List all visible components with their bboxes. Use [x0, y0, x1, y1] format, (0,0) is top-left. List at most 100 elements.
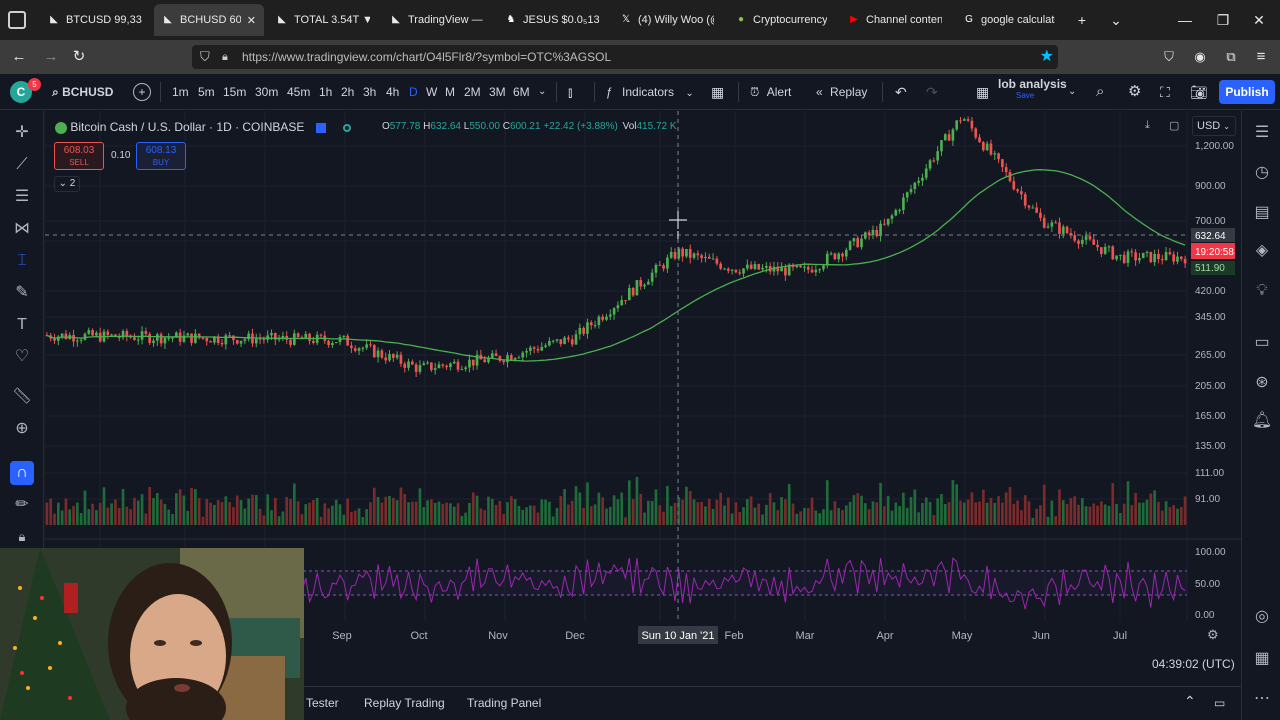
- pocket-icon[interactable]: ⛉: [1158, 46, 1180, 68]
- menu-icon[interactable]: ≡: [1250, 46, 1272, 68]
- interval-4h[interactable]: 4h: [386, 81, 399, 103]
- bar-style-icon[interactable]: ⫾: [568, 81, 572, 103]
- calendar-icon[interactable]: ▦: [1250, 647, 1274, 671]
- interval-3m[interactable]: 3M: [489, 81, 506, 103]
- maximize-panel-icon[interactable]: ▭: [1214, 696, 1225, 710]
- text-tool-icon[interactable]: T: [10, 313, 34, 337]
- browser-tab[interactable]: ◣ BTCUSD 99,331.7(: [40, 4, 150, 36]
- browser-tab[interactable]: ◣ TradingView — T: [382, 4, 492, 36]
- chat-icon[interactable]: ▭: [1250, 331, 1274, 355]
- redo-icon[interactable]: ↷: [926, 81, 938, 103]
- tab-list-icon[interactable]: [8, 11, 26, 29]
- watchlist-icon[interactable]: ☰: [1250, 121, 1274, 145]
- camera-icon[interactable]: 📷︎: [1190, 81, 1208, 103]
- brush-icon[interactable]: ✎: [10, 281, 34, 305]
- candle-body: [738, 272, 742, 274]
- scroll-down-icon[interactable]: ⤓: [1145, 119, 1150, 132]
- chevron-down-icon[interactable]: ⌄: [1068, 81, 1076, 103]
- browser-tab[interactable]: ● Cryptocurrency P: [727, 4, 835, 36]
- layout-name-button[interactable]: lob analysis Save: [998, 78, 1067, 100]
- help-icon[interactable]: ◎: [1250, 605, 1274, 629]
- new-tab-icon[interactable]: +: [1069, 8, 1095, 32]
- symbol-search-button[interactable]: ⌕ BCHUSD: [52, 81, 113, 103]
- flag-icon[interactable]: [315, 122, 326, 133]
- crosshair-cursor-icon[interactable]: ✛: [10, 121, 34, 145]
- interval-6m[interactable]: 6M: [513, 81, 530, 103]
- zoom-in-icon[interactable]: ⊕: [10, 417, 34, 441]
- interval-d[interactable]: D: [409, 81, 418, 103]
- publish-button[interactable]: Publish: [1219, 80, 1275, 104]
- more-icon[interactable]: ⋯: [1250, 687, 1274, 711]
- buy-button[interactable]: 608.13 BUY: [136, 142, 186, 170]
- fullscreen-icon[interactable]: ⛶: [1160, 81, 1170, 103]
- bottom-tab-tester[interactable]: Tester: [306, 696, 339, 710]
- account-icon[interactable]: ◉: [1189, 46, 1211, 68]
- url-input[interactable]: ⛉ 🔒︎ https://www.tradingview.com/chart/O…: [192, 45, 1058, 69]
- bottom-tab-replay-trading[interactable]: Replay Trading: [364, 696, 445, 710]
- interval-w[interactable]: W: [426, 81, 437, 103]
- forward-icon[interactable]: →: [40, 46, 62, 68]
- volume-bar: [1157, 501, 1160, 525]
- heart-icon[interactable]: ♡: [10, 345, 34, 369]
- restore-icon[interactable]: ❐: [1210, 8, 1236, 32]
- currency-selector[interactable]: USD ⌄: [1192, 116, 1236, 136]
- lock-icon[interactable]: 🔒︎: [222, 45, 228, 69]
- interval-m[interactable]: M: [445, 81, 455, 103]
- interval-45m[interactable]: 45m: [287, 81, 310, 103]
- interval-30m[interactable]: 30m: [255, 81, 278, 103]
- fib-retracement-icon[interactable]: ☰: [10, 185, 34, 209]
- interval-1h[interactable]: 1h: [319, 81, 332, 103]
- compare-symbol-icon[interactable]: +: [133, 83, 151, 101]
- interval-5m[interactable]: 5m: [198, 81, 215, 103]
- browser-tab[interactable]: 𝕏 (4) Willy Woo (@: [612, 4, 722, 36]
- ruler-icon[interactable]: 📏︎: [10, 385, 34, 409]
- alerts-clock-icon[interactable]: ◷: [1250, 161, 1274, 185]
- trend-line-icon[interactable]: ⟋: [10, 153, 34, 177]
- bookmark-star-icon[interactable]: ★: [1040, 45, 1054, 69]
- indicators-collapse-button[interactable]: ⌄ 2: [54, 176, 80, 192]
- interval-15m[interactable]: 15m: [223, 81, 246, 103]
- interval-3h[interactable]: 3h: [363, 81, 376, 103]
- interval-2m[interactable]: 2M: [464, 81, 481, 103]
- quick-search-icon[interactable]: ⌕: [1096, 81, 1104, 103]
- settings-gear-icon[interactable]: ⚙: [1128, 81, 1141, 103]
- browser-tab[interactable]: Ggoogle calculato: [955, 4, 1063, 36]
- back-icon[interactable]: ←: [8, 46, 30, 68]
- layers-icon[interactable]: ◈: [1250, 239, 1274, 263]
- close-window-icon[interactable]: ✕: [1246, 8, 1272, 32]
- shield-icon[interactable]: ⛉: [200, 45, 210, 69]
- browser-tab[interactable]: ♞ JESUS $0.0₅1322: [497, 4, 607, 36]
- interval-1m[interactable]: 1m: [172, 81, 189, 103]
- interval-dropdown-icon[interactable]: ⌄: [538, 81, 546, 103]
- ideas-lightbulb-icon[interactable]: 💡︎: [1250, 279, 1274, 303]
- browser-tab[interactable]: ◣ TOTAL 3.54T ▼ –: [268, 4, 378, 36]
- streams-icon[interactable]: ⊛: [1250, 371, 1274, 395]
- notifications-bell-icon[interactable]: 🔔︎: [1250, 409, 1274, 433]
- browser-tab[interactable]: ◣ BCHUSD 608.1 ✕: [154, 4, 264, 36]
- reload-icon[interactable]: ↻: [68, 46, 90, 68]
- maximize-pane-icon[interactable]: ▢: [1169, 119, 1179, 132]
- minimize-icon[interactable]: —: [1172, 8, 1198, 32]
- close-tab-icon[interactable]: ✕: [247, 14, 256, 27]
- sell-button[interactable]: 608.03 SELL: [54, 142, 104, 170]
- indicators-button[interactable]: ƒ Indicators ⌄: [606, 81, 694, 103]
- object-tree-icon[interactable]: ▤: [1250, 201, 1274, 225]
- lock-drawings-icon[interactable]: ✏: [10, 493, 34, 517]
- prediction-icon[interactable]: ⌶: [10, 249, 34, 273]
- extensions-icon[interactable]: ⧉: [1220, 46, 1242, 68]
- replay-button[interactable]: « Replay: [816, 81, 867, 103]
- layout-grid-icon[interactable]: ▦: [976, 81, 989, 103]
- alert-button[interactable]: ⏰︎ Alert: [750, 81, 791, 103]
- magnet-icon[interactable]: ∩: [10, 461, 34, 485]
- pattern-icon[interactable]: ⋈: [10, 217, 34, 241]
- tab-search-icon[interactable]: ⌄: [1103, 8, 1129, 32]
- utc-clock[interactable]: 04:39:02 (UTC): [1152, 657, 1235, 671]
- templates-icon[interactable]: ▦: [711, 81, 724, 103]
- browser-tab[interactable]: ▶ Channel content: [840, 4, 950, 36]
- interval-2h[interactable]: 2h: [341, 81, 354, 103]
- bottom-tab-trading-panel[interactable]: Trading Panel: [467, 696, 541, 710]
- timezone-settings-icon[interactable]: ⚙: [1207, 627, 1219, 643]
- lock-icon[interactable]: 🔒︎: [10, 525, 34, 549]
- chevron-up-icon[interactable]: ⌃: [1184, 693, 1196, 710]
- undo-icon[interactable]: ↶: [895, 81, 907, 103]
